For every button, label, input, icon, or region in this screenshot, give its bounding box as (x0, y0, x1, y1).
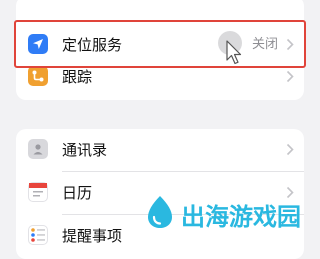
contacts-icon (28, 139, 48, 159)
tracking-icon (28, 66, 48, 86)
reminders-icon (28, 225, 48, 245)
calendar-icon (28, 182, 48, 202)
contacts-label: 通讯录 (62, 141, 108, 159)
highlight-box (14, 20, 306, 68)
calendar-label: 日历 (62, 184, 93, 202)
tracking-label: 跟踪 (62, 68, 93, 86)
contacts-row[interactable]: 通讯录 (16, 129, 304, 171)
watermark-logo-icon (148, 196, 172, 228)
reminders-label: 提醒事项 (62, 227, 123, 245)
chevron-right-icon (286, 143, 294, 156)
watermark: 出海游戏园 (143, 192, 311, 238)
chevron-right-icon (286, 70, 294, 83)
mouse-pointer-icon (226, 40, 242, 65)
watermark-text: 出海游戏园 (181, 203, 301, 231)
